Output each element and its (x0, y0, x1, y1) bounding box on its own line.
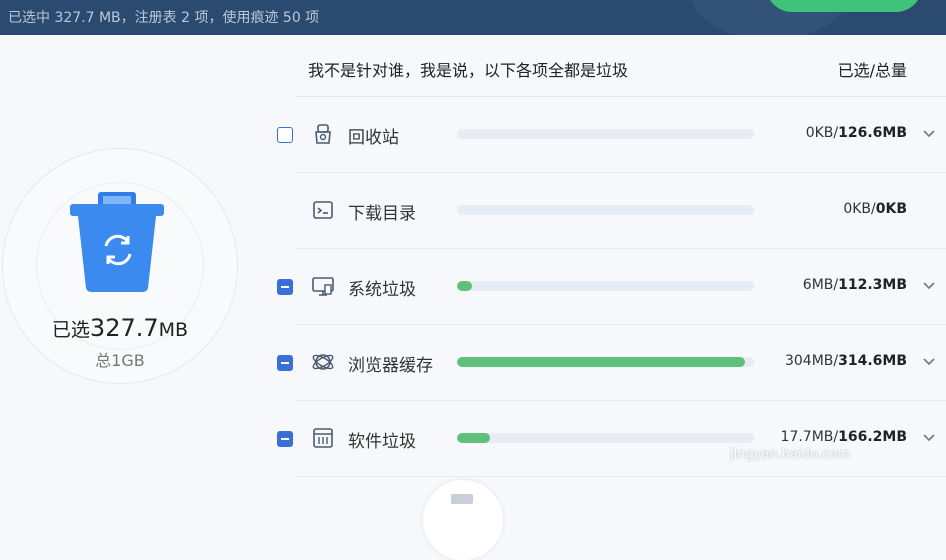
summary-panel: 已选327.7MB 总1GB (0, 35, 280, 503)
row-name: 软件垃圾 (348, 432, 416, 452)
trash-bin-icon (70, 192, 164, 292)
row-total-size: 0KB (875, 201, 907, 217)
row-name: 回收站 (348, 128, 399, 148)
selected-unit: MB (158, 319, 189, 341)
chevron-down-icon[interactable] (922, 355, 936, 369)
browser-cache-checkbox[interactable] (277, 355, 293, 371)
row-total-size: 314.6MB (838, 353, 907, 369)
row-size: 17.7MB/166.2MB (781, 429, 907, 445)
row-name: 系统垃圾 (348, 280, 416, 300)
top-status-bar: 已选中 327.7 MB，注册表 2 项，使用痕迹 50 项 (0, 0, 946, 35)
list-total-header: 已选/总量 (837, 61, 907, 80)
total-size: 总1GB (95, 351, 145, 370)
browser-globe-icon (312, 354, 334, 370)
software-window-icon (313, 428, 333, 448)
row-selected-size: 17.7MB/ (780, 429, 839, 445)
list-item-recycle-bin[interactable]: 回收站 0KB/126.6MB (277, 97, 946, 173)
terminal-window-icon (313, 201, 333, 219)
progress-bar (457, 129, 754, 139)
progress-bar (457, 281, 754, 291)
row-name: 浏览器缓存 (348, 356, 433, 376)
row-selected-size: 0KB/ (843, 201, 876, 217)
software-junk-checkbox[interactable] (277, 431, 293, 447)
selection-summary: 已选中 327.7 MB，注册表 2 项，使用痕迹 50 项 (8, 10, 320, 26)
system-junk-checkbox[interactable] (277, 279, 293, 295)
recycle-bin-icon (315, 124, 331, 144)
progress-bar (457, 205, 754, 215)
selected-size: 已选327.7MB (0, 314, 240, 342)
recycle-bin-checkbox[interactable] (277, 127, 293, 143)
row-selected-size: 6MB/ (802, 277, 839, 293)
list-item-system-junk[interactable]: 系统垃圾 6MB/112.3MB (277, 249, 946, 325)
progress-fill (457, 433, 490, 443)
row-size: 0KB/126.6MB (806, 125, 907, 141)
chevron-down-icon[interactable] (922, 431, 936, 445)
list-item-software-junk[interactable]: 软件垃圾 17.7MB/166.2MB (277, 401, 946, 477)
chevron-down-icon[interactable] (922, 279, 936, 293)
chevron-down-icon[interactable] (922, 127, 936, 141)
clean-button[interactable] (766, 0, 922, 12)
progress-fill (457, 281, 472, 291)
progress-bar (457, 433, 754, 443)
row-total-size: 126.6MB (838, 125, 907, 141)
row-selected-size: 304MB/ (784, 353, 839, 369)
row-size: 6MB/112.3MB (803, 277, 907, 293)
row-total-size: 112.3MB (838, 277, 907, 293)
list-item-browser-cache[interactable]: 浏览器缓存 304MB/314.6MB (277, 325, 946, 401)
selected-label: 已选 (51, 319, 90, 341)
system-monitor-icon (312, 277, 334, 296)
row-total-size: 166.2MB (838, 429, 907, 445)
row-selected-size: 0KB/ (805, 125, 839, 141)
row-size: 0KB/0KB (843, 201, 907, 217)
list-item-downloads[interactable]: 下载目录 0KB/0KB (295, 173, 946, 249)
selected-value: 327.7 (89, 314, 159, 342)
row-size: 304MB/314.6MB (785, 353, 907, 369)
list-title: 我不是针对谁，我是说，以下各项全都是垃圾 (308, 61, 629, 80)
progress-fill (457, 357, 746, 367)
row-name: 下载目录 (348, 204, 416, 224)
watermark-url: jingyan.baidu.com (730, 447, 850, 462)
scroll-handle[interactable] (423, 480, 503, 560)
progress-bar (457, 357, 754, 367)
